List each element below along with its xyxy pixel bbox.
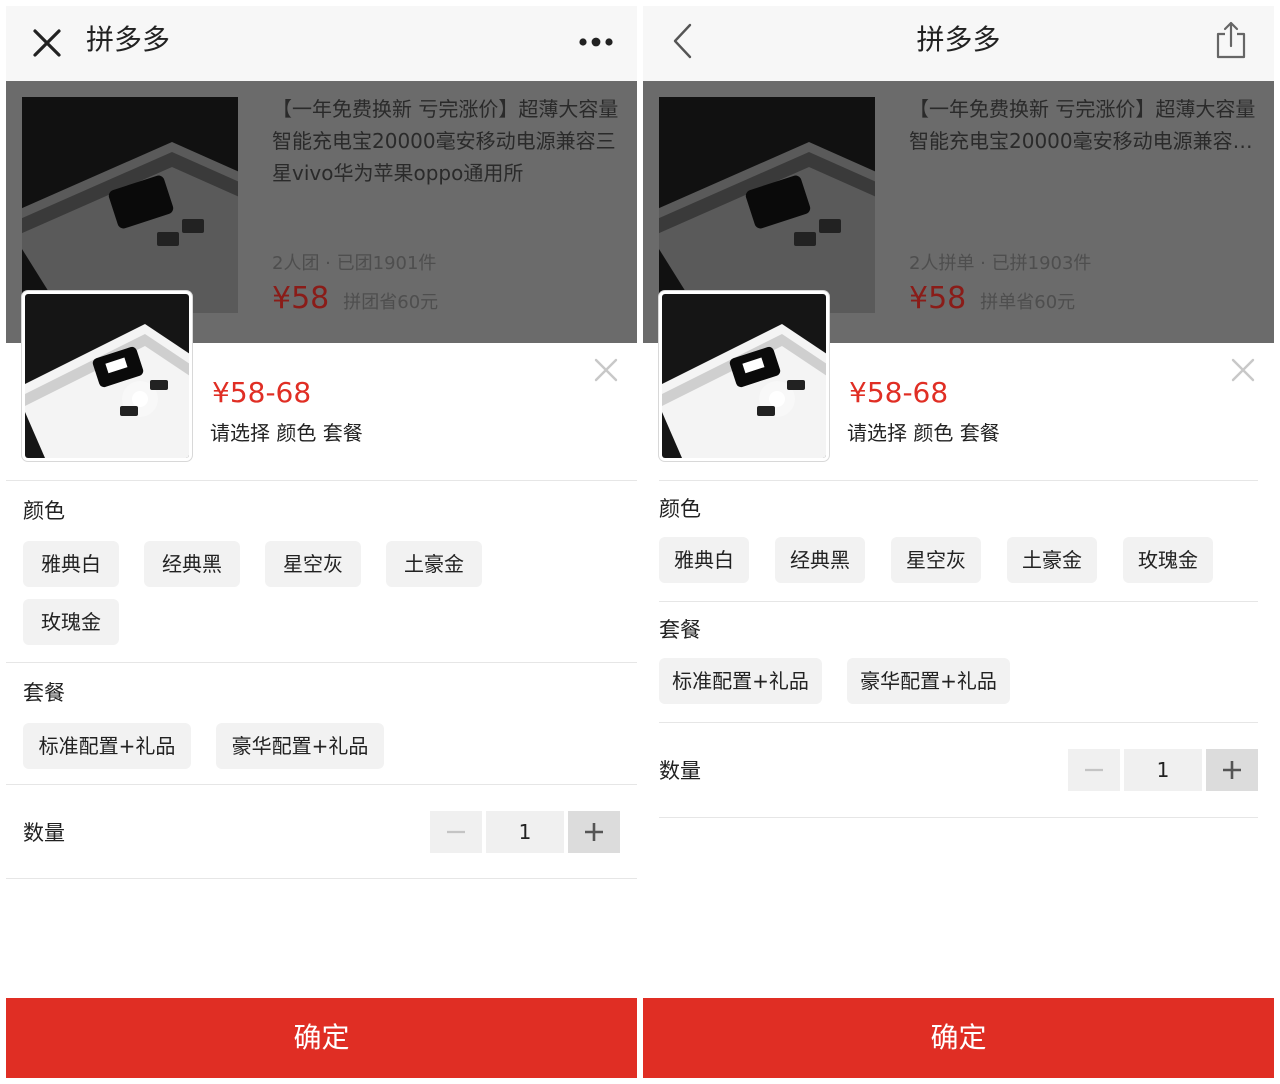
product-title: 【一年免费换新 亏完涨价】超薄大容量智能充电宝20000毫安移动电源兼容三星vi… bbox=[272, 97, 619, 185]
quantity-label: 数量 bbox=[23, 821, 65, 845]
quantity-label: 数量 bbox=[659, 759, 701, 783]
increment-button[interactable] bbox=[1206, 749, 1258, 791]
minus-icon bbox=[447, 830, 465, 834]
quantity-section: 数量 1 bbox=[659, 722, 1258, 818]
chip-package-0[interactable]: 标准配置+礼品 bbox=[23, 723, 191, 769]
close-sheet-icon[interactable] bbox=[593, 357, 619, 383]
group-price: ¥58 拼团省60元 bbox=[272, 279, 438, 323]
color-label: 颜色 bbox=[23, 499, 65, 523]
chip-color-3[interactable]: 土豪金 bbox=[386, 541, 482, 587]
minus-icon bbox=[1085, 768, 1103, 772]
plus-icon bbox=[1223, 761, 1241, 779]
chip-color-3[interactable]: 土豪金 bbox=[1007, 537, 1097, 583]
select-hint: 请选择 颜色 套餐 bbox=[847, 421, 1000, 445]
more-dots-icon[interactable] bbox=[578, 36, 614, 48]
price-range: ¥58-68 bbox=[212, 376, 312, 409]
group-saving: 拼团省60元 bbox=[343, 292, 439, 313]
group-stat: 2人拼单 · 已拼1903件 bbox=[909, 253, 1092, 274]
right-screen: 拼多多 【一年免费换新 亏完涨价】超薄大容量智能充电宝20000毫安移动电源兼容… bbox=[643, 6, 1274, 1078]
price-range: ¥58-68 bbox=[849, 376, 949, 409]
product-title: 【一年免费换新 亏完涨价】超薄大容量智能充电宝20000毫安移动电源兼容三星vi… bbox=[909, 97, 1256, 153]
color-label: 颜色 bbox=[659, 497, 701, 521]
package-section: 套餐 标准配置+礼品 豪华配置+礼品 bbox=[6, 662, 637, 784]
select-hint: 请选择 颜色 套餐 bbox=[210, 421, 363, 445]
chip-package-1[interactable]: 豪华配置+礼品 bbox=[216, 723, 384, 769]
left-screen: 拼多多 【一年免费换新 亏完涨价】超薄大容量智能充电宝20000毫安移动电源兼容… bbox=[6, 6, 637, 1078]
top-bar: 拼多多 bbox=[643, 6, 1274, 81]
plus-icon bbox=[585, 823, 603, 841]
package-label: 套餐 bbox=[659, 618, 701, 642]
group-stat: 2人团 · 已团1901件 bbox=[272, 253, 437, 274]
group-price: ¥58 拼单省60元 bbox=[909, 279, 1075, 323]
group-price-value: ¥58 bbox=[909, 281, 967, 316]
chip-color-2[interactable]: 星空灰 bbox=[265, 541, 361, 587]
sku-thumbnail bbox=[22, 291, 192, 461]
confirm-button[interactable]: 确定 bbox=[6, 998, 637, 1078]
share-icon[interactable] bbox=[1215, 20, 1247, 60]
group-price-value: ¥58 bbox=[272, 281, 330, 316]
decrement-button[interactable] bbox=[430, 811, 482, 853]
close-sheet-icon[interactable] bbox=[1230, 357, 1256, 383]
sku-sheet: ¥58-68 请选择 颜色 套餐 颜色 雅典白 经典黑 星空灰 土豪金 玫瑰金 … bbox=[6, 291, 637, 1078]
product-image bbox=[659, 97, 875, 313]
product-image bbox=[22, 97, 238, 313]
color-section: 颜色 雅典白 经典黑 星空灰 土豪金 玫瑰金 bbox=[659, 480, 1258, 601]
chip-color-4[interactable]: 玫瑰金 bbox=[23, 599, 119, 645]
package-label: 套餐 bbox=[23, 681, 65, 705]
package-section: 套餐 标准配置+礼品 豪华配置+礼品 bbox=[659, 601, 1258, 722]
chip-color-4[interactable]: 玫瑰金 bbox=[1123, 537, 1213, 583]
group-saving: 拼单省60元 bbox=[980, 292, 1076, 313]
chip-color-1[interactable]: 经典黑 bbox=[775, 537, 865, 583]
chip-color-0[interactable]: 雅典白 bbox=[23, 541, 119, 587]
chip-color-2[interactable]: 星空灰 bbox=[891, 537, 981, 583]
chip-package-1[interactable]: 豪华配置+礼品 bbox=[847, 658, 1010, 704]
decrement-button[interactable] bbox=[1068, 749, 1120, 791]
quantity-section: 数量 1 bbox=[6, 784, 637, 879]
page-title: 拼多多 bbox=[86, 23, 171, 56]
chip-package-0[interactable]: 标准配置+礼品 bbox=[659, 658, 822, 704]
chip-color-1[interactable]: 经典黑 bbox=[144, 541, 240, 587]
increment-button[interactable] bbox=[568, 811, 620, 853]
quantity-value[interactable]: 1 bbox=[486, 811, 564, 853]
page-title: 拼多多 bbox=[916, 23, 1001, 56]
color-section: 颜色 雅典白 经典黑 星空灰 土豪金 玫瑰金 bbox=[6, 480, 637, 662]
chip-color-0[interactable]: 雅典白 bbox=[659, 537, 749, 583]
top-bar: 拼多多 bbox=[6, 6, 637, 81]
sku-thumbnail bbox=[659, 291, 829, 461]
close-icon[interactable] bbox=[32, 28, 62, 58]
quantity-stepper: 1 bbox=[430, 811, 620, 853]
sku-sheet: ¥58-68 请选择 颜色 套餐 颜色 雅典白 经典黑 星空灰 土豪金 玫瑰金 … bbox=[643, 291, 1274, 1078]
quantity-stepper: 1 bbox=[1068, 749, 1258, 791]
confirm-button[interactable]: 确定 bbox=[643, 998, 1274, 1078]
quantity-value[interactable]: 1 bbox=[1124, 749, 1202, 791]
